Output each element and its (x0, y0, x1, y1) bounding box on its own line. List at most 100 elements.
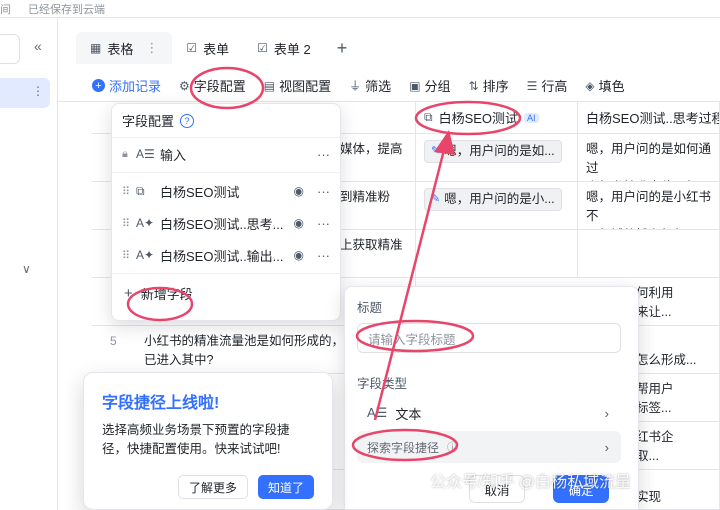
field-config-label: 字段配置 (193, 79, 246, 94)
field-label: 白杨SEO测试 (160, 184, 240, 200)
ai-text-icon: A✦ (136, 248, 155, 262)
chip-text: 嗯，用户问的是小... (444, 192, 555, 206)
sort-button[interactable]: ⇅ 排序 (469, 76, 509, 95)
toolbar: + 添加记录 ⚙ 字段配置 ▤ 视图配置 ⏚ 筛选 ▣ 分组 ⇅ 排序 ☰ 行高… (58, 70, 720, 102)
more-icon[interactable]: ··· (317, 248, 330, 263)
got-it-button[interactable]: 知道了 (257, 475, 314, 499)
sort-label: 排序 (482, 79, 509, 94)
collapse-sidebar-icon[interactable]: « (34, 38, 42, 54)
ai-spark-icon: ✎ (431, 145, 441, 157)
text-type-icon: A☰ (367, 405, 388, 420)
drag-handle-icon[interactable]: ⠿ (122, 185, 130, 198)
add-record-button[interactable]: + 添加记录 (92, 76, 161, 95)
add-field-button[interactable]: + 新增字段 (112, 276, 340, 310)
lock-icon: 🔒︎ (122, 147, 128, 160)
sidebar-search-input[interactable] (0, 34, 20, 64)
filter-button[interactable]: ⏚ 筛选 (349, 76, 391, 95)
field-item-input[interactable]: 🔒︎ A☰ 输入 ··· (112, 138, 340, 170)
tab-label: 表单 (203, 41, 230, 57)
field-config-header: 字段配置 ? (112, 104, 340, 138)
option-label: 探索字段捷径 (367, 440, 440, 455)
save-status: 已经保存到云端 (28, 4, 105, 16)
top-left-text: 间 (0, 4, 11, 16)
row-number: 5 (110, 334, 117, 348)
table-cell[interactable]: ✎ 嗯，用户问的是如... (416, 134, 578, 182)
placeholder: 请输入字段标题 (368, 332, 456, 347)
column-header-seo-test[interactable]: ⧉ 白杨SEO测试 AI (416, 102, 578, 134)
field-config-button[interactable]: ⚙ 字段配置 (179, 76, 246, 95)
field-label: 白杨SEO测试..思考... (160, 216, 284, 232)
text-type-icon: A☰ (136, 147, 155, 161)
ai-text-icon: A✦ (136, 216, 155, 230)
tab-form-2[interactable]: ☑ 表单 2 (243, 32, 325, 64)
eye-icon[interactable]: ◉ (294, 248, 304, 262)
table-cell[interactable] (578, 230, 720, 278)
ai-field-icon: ⧉ (424, 110, 433, 124)
more-icon[interactable]: ··· (317, 147, 330, 162)
form-icon: ☑ (186, 41, 198, 55)
field-item-seo-test[interactable]: ⠿ ⧉ 白杨SEO测试 ◉ ··· (112, 175, 340, 207)
cell-text: 小红书的精准流量池是如何形成的， 已进入其中? (144, 334, 345, 367)
type-option-text[interactable]: A☰ 文本 › (357, 397, 621, 429)
view-config-label: 视图配置 (279, 79, 332, 94)
top-status-bar: 间 已经保存到云端 (0, 0, 720, 18)
field-config-dropdown: 字段配置 ? 🔒︎ A☰ 输入 ··· ⠿ ⧉ 白杨SEO测试 ◉ ··· ⠿ … (111, 103, 341, 321)
cell-text: 上获取精准 (340, 238, 403, 252)
tab-more-icon[interactable]: ⋮ (145, 40, 158, 56)
eye-icon[interactable]: ◉ (294, 184, 304, 198)
ai-result-chip[interactable]: ✎ 嗯，用户问的是如... (424, 140, 562, 163)
chevron-down-icon[interactable]: ∨ (22, 262, 31, 276)
field-config-title: 字段配置 (122, 114, 175, 129)
view-config-button[interactable]: ▤ 视图配置 (264, 76, 331, 95)
plus-icon: + (92, 79, 105, 92)
table-cell[interactable]: ✎ 嗯，用户问的是小... (416, 182, 578, 230)
view-config-icon: ▤ (263, 78, 276, 93)
filter-icon: ⏚ (349, 79, 362, 93)
left-sidebar: « ⋮ ∨ (0, 18, 58, 510)
table-cell[interactable]: 嗯，用户问的是如何通过 小红书精准定位目标受... (578, 134, 720, 182)
field-item-output[interactable]: ⠿ A✦ 白杨SEO测试..输出... ◉ ··· (112, 239, 340, 271)
group-button[interactable]: ▣ 分组 (409, 76, 450, 95)
chevron-right-icon: › (604, 405, 609, 421)
divider (112, 273, 340, 274)
add-view-button[interactable]: + (325, 38, 360, 59)
grid-icon: ▦ (90, 41, 102, 55)
cell-text: 媒体，提高 (340, 142, 403, 156)
learn-more-button[interactable]: 了解更多 (177, 475, 248, 499)
column-title: 白杨SEO测试..思考过程 (586, 111, 720, 126)
tab-table[interactable]: ▦ 表格 ⋮ (76, 32, 173, 64)
gear-icon: ⚙ (179, 78, 190, 93)
table-cell[interactable]: 嗯，用户问的是小红书不 同领域的博主如何吸引... (578, 182, 720, 230)
field-label: 输入 (160, 147, 187, 163)
divider (112, 172, 340, 173)
watermark: 公众号/知乎 @白杨私域流量 (430, 474, 632, 491)
column-header-thinking[interactable]: 白杨SEO测试..思考过程 (578, 102, 720, 134)
help-icon[interactable]: ? (180, 113, 195, 128)
tab-label: 表单 2 (273, 41, 311, 57)
fill-color-button[interactable]: ◈ 填色 (585, 76, 624, 95)
sort-icon: ⇅ (468, 78, 479, 93)
row-height-button[interactable]: ☰ 行高 (527, 76, 568, 95)
table-cell[interactable] (416, 230, 578, 278)
more-icon[interactable]: ··· (317, 216, 330, 231)
add-record-label: 添加记录 (109, 79, 162, 94)
title-label: 标题 (357, 301, 383, 315)
info-icon[interactable]: ⓘ (447, 439, 458, 455)
ai-field-icon: ⧉ (136, 183, 145, 198)
ai-badge: AI (524, 112, 539, 123)
ai-result-chip[interactable]: ✎ 嗯，用户问的是小... (424, 188, 562, 211)
field-item-thinking[interactable]: ⠿ A✦ 白杨SEO测试..思考... ◉ ··· (112, 207, 340, 239)
column-title: 白杨SEO测试 (438, 111, 519, 126)
field-title-input[interactable]: 请输入字段标题 (357, 323, 621, 353)
fill-color-label: 填色 (598, 79, 625, 94)
drag-handle-icon[interactable]: ⠿ (122, 217, 130, 230)
more-icon[interactable]: ··· (317, 184, 330, 199)
tab-form[interactable]: ☑ 表单 (172, 32, 243, 64)
eye-icon[interactable]: ◉ (294, 216, 304, 230)
add-field-label: 新增字段 (140, 286, 193, 302)
cell-text: 到精准粉 (340, 190, 391, 204)
group-label: 分组 (424, 79, 451, 94)
sidebar-item-more-icon[interactable]: ⋮ (32, 84, 44, 98)
type-option-shortcut[interactable]: 探索字段捷径 ⓘ › (357, 431, 621, 463)
drag-handle-icon[interactable]: ⠿ (122, 249, 130, 262)
